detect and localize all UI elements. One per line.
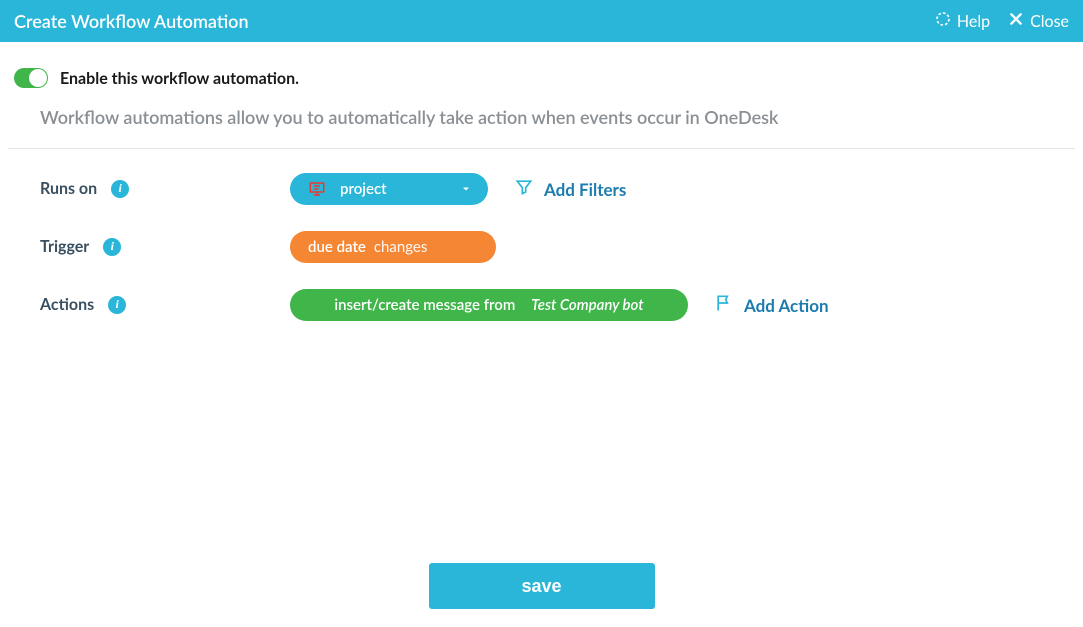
enable-row: Enable this workflow automation.	[14, 68, 1069, 88]
action-pill[interactable]: insert/create message from Test Company …	[290, 289, 688, 321]
project-icon	[308, 180, 326, 198]
close-icon	[1008, 11, 1024, 31]
divider	[8, 148, 1075, 149]
trigger-operator: changes	[374, 238, 427, 256]
modal-header: Create Workflow Automation Help Close	[0, 0, 1083, 42]
trigger-row: Trigger i due date changes	[14, 231, 1069, 263]
filter-icon	[514, 177, 534, 201]
close-button[interactable]: Close	[1008, 11, 1069, 31]
runs-on-select[interactable]: project	[290, 173, 488, 205]
chevron-down-icon	[460, 183, 472, 195]
trigger-pill[interactable]: due date changes	[290, 231, 496, 263]
enable-label: Enable this workflow automation.	[60, 69, 299, 88]
action-prefix: insert/create message from	[334, 296, 515, 314]
runs-on-row: Runs on i project	[14, 173, 1069, 205]
header-actions: Help Close	[935, 11, 1069, 31]
modal-title: Create Workflow Automation	[14, 10, 249, 32]
actions-body: insert/create message from Test Company …	[290, 289, 829, 321]
actions-row: Actions i insert/create message from Tes…	[14, 289, 1069, 321]
description-text: Workflow automations allow you to automa…	[40, 106, 1069, 128]
info-icon[interactable]: i	[103, 238, 121, 256]
trigger-field: due date	[308, 238, 366, 256]
runs-on-label: Runs on	[40, 179, 97, 198]
runs-on-value: project	[340, 180, 387, 198]
flag-icon	[714, 293, 734, 317]
action-value: Test Company bot	[531, 296, 644, 314]
modal-body: Enable this workflow automation. Workflo…	[0, 42, 1083, 321]
help-label: Help	[957, 12, 990, 31]
help-button[interactable]: Help	[935, 11, 990, 31]
trigger-label-wrap: Trigger i	[40, 231, 290, 256]
runs-on-body: project Add Filters	[290, 173, 626, 205]
trigger-body: due date changes	[290, 231, 496, 263]
runs-on-label-wrap: Runs on i	[40, 173, 290, 198]
info-icon[interactable]: i	[111, 180, 129, 198]
add-action-link[interactable]: Add Action	[714, 293, 829, 317]
help-icon	[935, 11, 951, 31]
save-button[interactable]: save	[429, 563, 655, 609]
actions-label: Actions	[40, 295, 94, 314]
actions-label-wrap: Actions i	[40, 289, 290, 314]
footer: save	[0, 563, 1083, 609]
add-filters-link[interactable]: Add Filters	[514, 177, 626, 201]
close-label: Close	[1030, 12, 1069, 31]
add-filters-label: Add Filters	[544, 179, 626, 200]
enable-toggle[interactable]	[14, 68, 48, 88]
add-action-label: Add Action	[744, 295, 829, 316]
info-icon[interactable]: i	[108, 296, 126, 314]
trigger-label: Trigger	[40, 237, 89, 256]
toggle-knob	[29, 69, 47, 87]
